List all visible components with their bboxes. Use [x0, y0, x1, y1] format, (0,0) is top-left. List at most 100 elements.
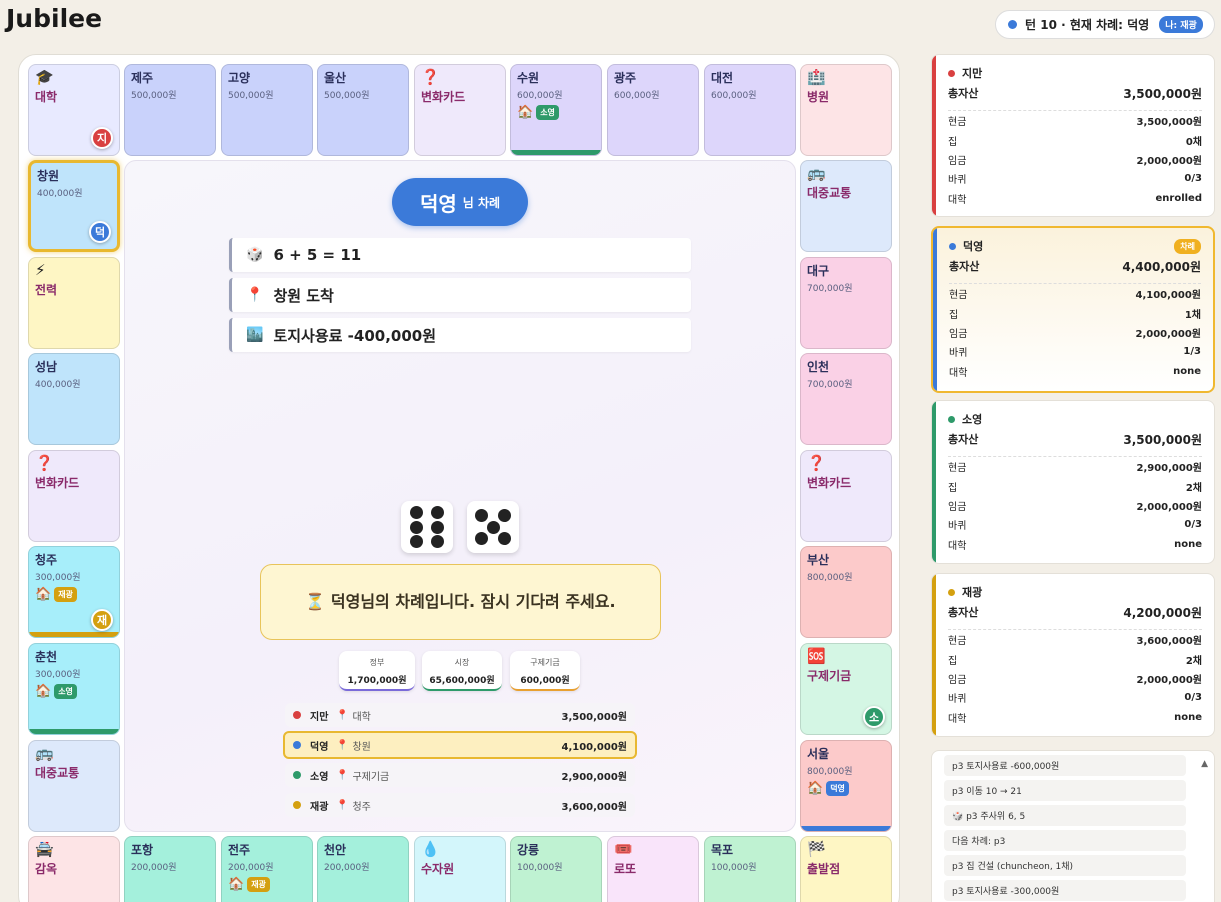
house-icon: 🏠 [228, 877, 245, 892]
house-icon: 🏠 [807, 781, 824, 796]
tile-name: 대전 [711, 71, 734, 85]
tile-cheonan[interactable]: 천안 200,000원 [317, 836, 409, 902]
tile-daejeon[interactable]: 대전 600,000원 [704, 64, 796, 156]
total-value: 3,500,000원 [1123, 433, 1202, 447]
tile-mokpo[interactable]: 목포 100,000원 [704, 836, 796, 902]
tile-suwon[interactable]: 수원 600,000원 🏠 소영 [510, 64, 602, 156]
event-log[interactable]: ▲ p3 토지사용료 -600,000원 p3 이동 10 → 21 🎲 p3 … [931, 750, 1215, 902]
cash-value: 2,900,000원 [1136, 463, 1202, 475]
total-label: 총자산 [949, 260, 980, 273]
tile-price: 200,000원 [324, 863, 370, 873]
tile-hospital[interactable]: 🏥 병원 [800, 64, 892, 156]
total-label: 총자산 [948, 87, 979, 100]
tile-name: 천안 [324, 843, 347, 857]
player-cash: 4,100,000원 [561, 741, 627, 753]
event-log-item: 다음 차례: p3 [944, 830, 1186, 851]
tile-seongnam[interactable]: 성남 400,000원 [28, 353, 120, 445]
die-pip [410, 506, 423, 519]
turn-player-name: 덕영 [419, 191, 457, 216]
houses-value: 2채 [1185, 655, 1202, 667]
tile-jeju[interactable]: 제주 500,000원 [124, 64, 216, 156]
tile-chuncheon[interactable]: 춘천 300,000원 🏠 소영 [28, 643, 120, 735]
player-name: 지만 [310, 711, 329, 723]
action-log-text: 창원 도착 [273, 286, 334, 305]
tile-busan[interactable]: 부산 800,000원 [800, 546, 892, 638]
me-badge: 나: 재광 [1159, 16, 1203, 33]
tile-name: 출발점 [807, 862, 841, 876]
tile-name: 전주 [228, 843, 251, 857]
tile-price: 100,000원 [711, 863, 757, 873]
univ-value: none [1174, 538, 1202, 550]
die-pip [410, 520, 423, 534]
tile-daegu[interactable]: 대구 700,000원 [800, 257, 892, 349]
fund-value: 1,700,000원 [347, 676, 407, 686]
jail-icon: 🚔 [35, 840, 54, 858]
tile-power[interactable]: ⚡ 전력 [28, 257, 120, 349]
tile-chance-left[interactable]: ❓ 변화카드 [28, 450, 120, 542]
tile-seoul[interactable]: 서울 800,000원 🏠 덕영 [800, 740, 892, 832]
fund-government: 정부 1,700,000원 [339, 651, 415, 691]
tile-start[interactable]: 🏁 출발점 [800, 836, 892, 902]
tile-gangneung[interactable]: 강릉 100,000원 [510, 836, 602, 902]
total-value: 3,500,000원 [1123, 87, 1202, 101]
player-cash: 3,500,000원 [561, 711, 627, 723]
tile-jail[interactable]: 🚔 감옥 [28, 836, 120, 902]
player-row-jaegwang: 재광 📍 청주 3,600,000원 [285, 793, 635, 817]
tile-relief[interactable]: 🆘 구제기금 소 [800, 643, 892, 735]
turn-badge: 차례 [1174, 238, 1201, 254]
player-token: 지 [91, 127, 113, 149]
univ-label: 대학 [949, 367, 968, 379]
tile-name: 대학 [35, 90, 58, 104]
tile-price: 500,000원 [324, 91, 370, 101]
fund-value: 600,000원 [520, 676, 570, 686]
turn-indicator: 턴 10 · 현재 차례: 덕영 나: 재광 [995, 10, 1215, 39]
player-cash: 2,900,000원 [561, 771, 627, 783]
player-color-bar [932, 55, 936, 216]
tile-price: 600,000원 [711, 91, 757, 101]
tile-cheongju[interactable]: 청주 300,000원 🏠 재광 재 [28, 546, 120, 638]
tile-changwon[interactable]: 창원 400,000원 덕 [28, 160, 120, 252]
daehak-icon: 🎓 [35, 68, 54, 86]
tile-pohang[interactable]: 포항 200,000원 [124, 836, 216, 902]
tile-chance-top[interactable]: ❓ 변화카드 [414, 64, 506, 156]
hospital-icon: 🏥 [807, 68, 826, 86]
pin-icon: 📍 [336, 769, 349, 781]
tile-incheon[interactable]: 인천 700,000원 [800, 353, 892, 445]
wage-label: 임금 [948, 155, 967, 167]
tile-lotto[interactable]: 🎟️ 로또 [607, 836, 699, 902]
tile-gwangju[interactable]: 광주 600,000원 [607, 64, 699, 156]
tile-transit-right[interactable]: 🚌 대중교통 [800, 160, 892, 252]
tile-name: 부산 [807, 553, 830, 567]
die-left [401, 501, 453, 553]
event-log-item: 🎲 p3 주사위 6, 5 [944, 805, 1186, 826]
tile-transit-left[interactable]: 🚌 대중교통 [28, 740, 120, 832]
player-name: 소영 [310, 771, 329, 783]
house-icon: 🏠 [35, 587, 52, 602]
fund-market: 시장 65,600,000원 [422, 651, 502, 691]
tile-jeonju[interactable]: 전주 200,000원 🏠 재광 [221, 836, 313, 902]
tile-goyang[interactable]: 고양 500,000원 [221, 64, 313, 156]
scroll-up-icon[interactable]: ▲ [1201, 759, 1208, 769]
houses-value: 2채 [1185, 482, 1202, 494]
tile-name: 고양 [228, 71, 251, 85]
event-log-item: p3 토지사용료 -600,000원 [944, 755, 1186, 776]
tile-daehak[interactable]: 🎓 대학지 [28, 64, 120, 156]
tile-chance-right[interactable]: ❓ 변화카드 [800, 450, 892, 542]
event-log-item: p3 이동 10 → 21 [944, 780, 1186, 801]
tile-ulsan[interactable]: 울산 500,000원 [317, 64, 409, 156]
player-name: 재광 [310, 801, 329, 813]
houses-value: 0채 [1185, 136, 1202, 148]
total-value: 4,200,000원 [1123, 606, 1202, 620]
player-dot [949, 242, 956, 250]
tile-water[interactable]: 💧 수자원 [414, 836, 506, 902]
power-icon: ⚡ [35, 261, 46, 279]
chance-left-icon: ❓ [35, 454, 54, 472]
player-cash: 3,600,000원 [561, 801, 627, 813]
player-name: 덕영 [310, 741, 329, 753]
tile-name: 대구 [807, 264, 830, 278]
tile-owner: 🏠 소영 [517, 105, 559, 120]
tile-price: 400,000원 [37, 189, 83, 199]
game-board: 🎓 대학 지 제주 500,000원 고양 500,000원 울산 500,000원 ❓ 변화카드 수… [18, 54, 900, 902]
cash-label: 현금 [948, 636, 967, 648]
tile-name: 수자원 [421, 862, 455, 876]
